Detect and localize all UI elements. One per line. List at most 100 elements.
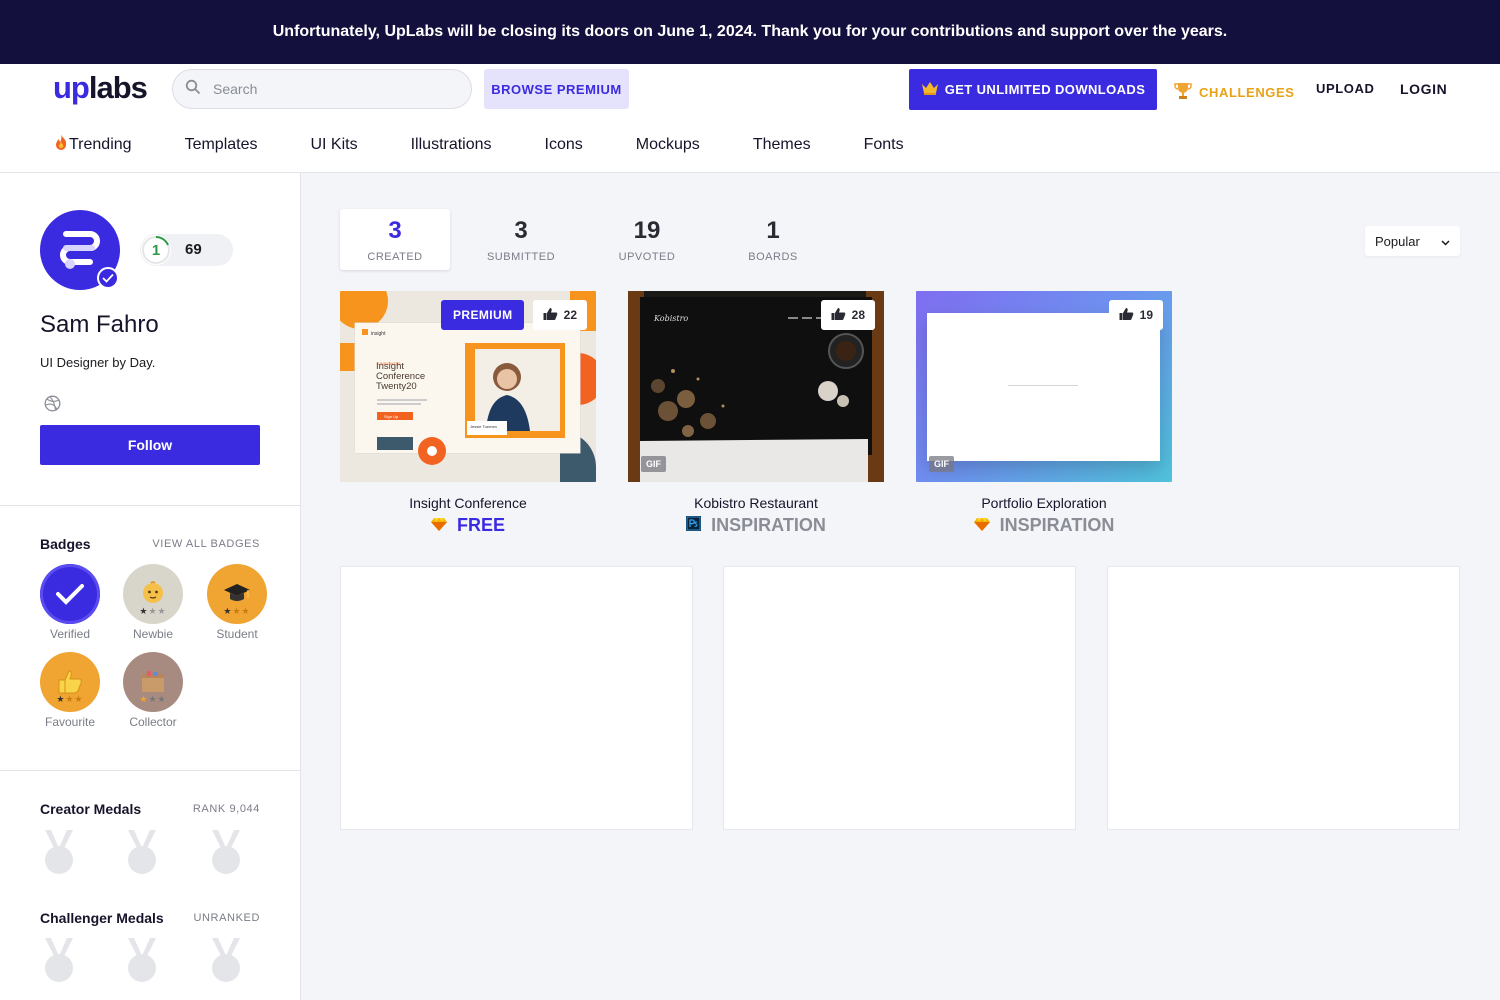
profile-tabs: 3 CREATED 3 SUBMITTED 19 UPVOTED 1 BOARD…: [340, 209, 844, 270]
browse-premium-button[interactable]: BROWSE PREMIUM: [484, 69, 629, 109]
profile-sidebar: 1 69 Sam Fahro UI Designer by Day. Follo…: [0, 173, 301, 1000]
search-input[interactable]: [213, 81, 443, 97]
category-nav: Trending Templates UI Kits Illustrations…: [53, 133, 957, 156]
preview-speaker: Jessie Tuemen: [470, 424, 497, 429]
challenger-rank: UNRANKED: [193, 912, 260, 924]
challenges-link[interactable]: CHALLENGES: [1173, 81, 1295, 104]
level-points: 69: [185, 241, 202, 258]
thumbs-up-icon: [58, 670, 82, 694]
tab-label: BOARDS: [748, 250, 798, 263]
badge-student-circle: ★★★: [207, 564, 267, 624]
like-count: 19: [1139, 308, 1153, 322]
badges-title: Badges: [40, 536, 91, 552]
crown-icon: [921, 80, 939, 99]
card-type: FREE: [456, 515, 505, 535]
star-rating: ★★★: [139, 606, 167, 616]
card-thumbnail[interactable]: Kobistro GIF 28: [628, 291, 884, 482]
design-card[interactable]: Kobistro GIF 28 Kobistro Restaurant INSP…: [628, 291, 884, 536]
uplabs-logo[interactable]: up labs: [53, 70, 148, 106]
design-card[interactable]: GIF 19 Portfolio Exploration INSPIRATION: [916, 291, 1172, 536]
medal-icon: [124, 828, 160, 876]
card-title[interactable]: Insight Conference: [340, 495, 596, 511]
badge-label: Newbie: [132, 627, 174, 641]
category-mockups[interactable]: Mockups: [636, 133, 700, 156]
search-box[interactable]: [172, 69, 472, 109]
tab-label: SUBMITTED: [486, 250, 556, 263]
tab-created[interactable]: 3 CREATED: [340, 209, 450, 270]
category-trending[interactable]: Trending: [53, 133, 132, 156]
like-button[interactable]: 28: [820, 300, 875, 330]
badge-favourite[interactable]: ★★★ Favourite: [40, 652, 100, 729]
badge-label: Collector: [129, 715, 177, 729]
empty-card-placeholder: [723, 566, 1076, 830]
card-thumbnail[interactable]: GIF 19: [916, 291, 1172, 482]
unlimited-label: GET UNLIMITED DOWNLOADS: [944, 82, 1146, 97]
tab-label: UPVOTED: [618, 250, 676, 263]
sketch-icon: [430, 515, 447, 536]
site-header: uplabs BROWSE PREMIUM GET UNLIMITED DOWN…: [0, 64, 1500, 173]
get-unlimited-downloads-button[interactable]: GET UNLIMITED DOWNLOADS: [909, 69, 1157, 110]
badge-favourite-circle: ★★★: [40, 652, 100, 712]
category-fonts[interactable]: Fonts: [864, 133, 904, 156]
thumbs-up-icon: [1119, 307, 1134, 324]
level-ring: 1: [141, 235, 171, 265]
star-rating: ★★★: [139, 694, 167, 704]
challenger-medals-title: Challenger Medals: [40, 910, 164, 926]
thumbs-up-icon: [831, 307, 846, 324]
tab-count: 1: [766, 216, 780, 244]
badge-collector-circle: ★★★: [123, 652, 183, 712]
gif-badge: GIF: [641, 456, 666, 472]
design-card[interactable]: insight EINSIGHT20 Insight Conference Tw…: [340, 291, 596, 536]
badge-newbie[interactable]: ★★★ Newbie: [123, 564, 183, 641]
category-themes[interactable]: Themes: [753, 133, 811, 156]
star-rating: ★★★: [56, 694, 84, 704]
medal-icon: [124, 936, 160, 984]
portfolio-preview-line: [1008, 385, 1078, 386]
category-icons[interactable]: Icons: [545, 133, 583, 156]
sketch-icon: [973, 515, 990, 536]
card-title[interactable]: Kobistro Restaurant: [628, 495, 884, 511]
trophy-icon: [1173, 81, 1193, 104]
like-button[interactable]: 19: [1108, 300, 1163, 330]
divider: [0, 770, 300, 771]
creator-medals-title: Creator Medals: [40, 801, 142, 817]
category-illustrations[interactable]: Illustrations: [411, 133, 492, 156]
badge-collector[interactable]: ★★★ Collector: [123, 652, 183, 729]
follow-button[interactable]: Follow: [40, 425, 260, 465]
card-title[interactable]: Portfolio Exploration: [916, 495, 1172, 511]
logo-labs: labs: [88, 70, 148, 105]
badge-label: Verified: [49, 627, 91, 641]
card-type: INSPIRATION: [711, 515, 826, 535]
logo-up: up: [53, 70, 90, 105]
tab-upvoted[interactable]: 19 UPVOTED: [592, 209, 702, 270]
like-count: 28: [851, 308, 865, 322]
view-all-badges-link[interactable]: VIEW ALL BADGES: [152, 538, 260, 550]
login-link[interactable]: LOGIN: [1400, 81, 1447, 97]
upload-link[interactable]: UPLOAD: [1316, 81, 1375, 96]
premium-badge: PREMIUM: [441, 300, 525, 330]
photoshop-icon: [686, 515, 702, 536]
badge-label: Student: [216, 627, 258, 641]
user-bio: UI Designer by Day.: [40, 355, 156, 370]
preview-brand: insight: [371, 331, 386, 337]
card-thumbnail[interactable]: insight EINSIGHT20 Insight Conference Tw…: [340, 291, 596, 482]
card-type: INSPIRATION: [999, 515, 1115, 535]
sort-select[interactable]: Popular: [1365, 226, 1460, 256]
tab-boards[interactable]: 1 BOARDS: [718, 209, 828, 270]
badge-verified[interactable]: Verified: [40, 564, 100, 641]
category-templates[interactable]: Templates: [185, 133, 258, 156]
badge-verified-circle: [40, 564, 100, 624]
search-icon: [185, 79, 201, 100]
dribbble-icon[interactable]: [44, 395, 61, 417]
chevron-down-icon: [1441, 234, 1450, 249]
empty-card-placeholder: [340, 566, 693, 830]
tab-count: 3: [388, 216, 402, 244]
card-meta: INSPIRATION: [916, 515, 1172, 536]
preview-brand: Kobistro: [653, 314, 688, 323]
badge-student[interactable]: ★★★ Student: [207, 564, 267, 641]
category-ui-kits[interactable]: UI Kits: [310, 133, 357, 156]
like-button[interactable]: 22: [532, 300, 587, 330]
badge-label: Favourite: [44, 715, 96, 729]
tab-submitted[interactable]: 3 SUBMITTED: [466, 209, 576, 270]
gif-badge: GIF: [929, 456, 954, 472]
